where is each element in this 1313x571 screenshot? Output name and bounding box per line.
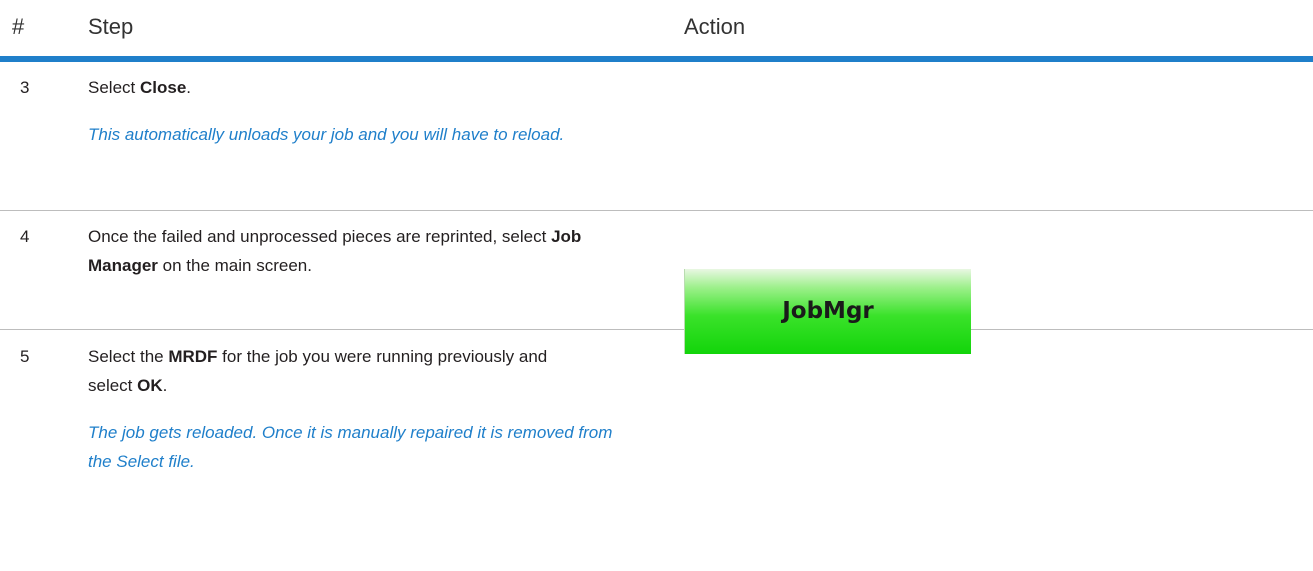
table-row: 4 Once the failed and unprocessed pieces… (0, 211, 1313, 354)
step-note: This automatically unloads your job and … (88, 125, 565, 144)
step-text: Select Close. This automatically unloads… (88, 73, 648, 149)
step-number: 3 (20, 78, 30, 97)
table-row: 3 Select Close. This automatically unloa… (0, 62, 1313, 211)
header-number: # (12, 14, 25, 39)
step-note: The job gets reloaded. Once it is manual… (88, 423, 613, 471)
ui-term: Close (139, 78, 187, 97)
step-number: 4 (20, 227, 30, 246)
procedure-table: # Step Action 3 Select Close. This autom… (0, 0, 1313, 515)
table-row: 5 Select the MRDF for the job you were r… (0, 330, 1313, 515)
header-step: Step (88, 14, 134, 39)
header-action: Action (684, 14, 746, 39)
table-header: # Step Action (0, 0, 1313, 62)
step-text: Once the failed and unprocessed pieces a… (88, 222, 648, 280)
ui-term: MRDF (168, 347, 218, 366)
step-text: Select the MRDF for the job you were run… (88, 342, 648, 476)
step-instruction: Select the MRDF for the job you were run… (88, 347, 548, 395)
step-instruction: Once the failed and unprocessed pieces a… (88, 227, 582, 275)
ui-term: OK (137, 376, 163, 395)
step-instruction: Select Close. (88, 78, 192, 97)
step-number: 5 (20, 347, 30, 366)
